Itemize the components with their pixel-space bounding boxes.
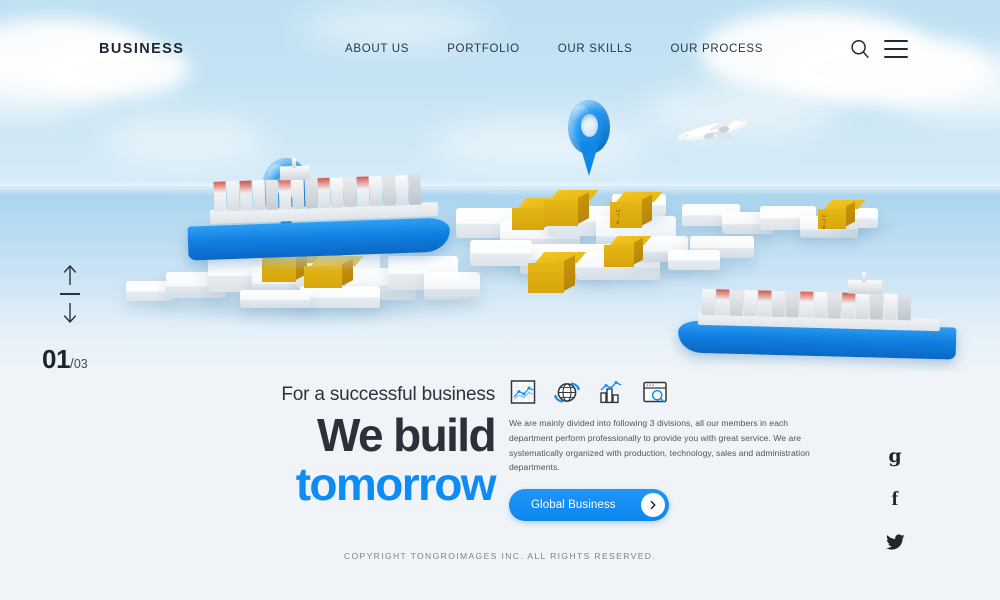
facebook-icon[interactable]: f xyxy=(885,488,905,510)
nav-item-our-process[interactable]: OUR PROCESS xyxy=(670,43,763,55)
chevron-right-icon xyxy=(641,493,665,518)
airplane xyxy=(668,108,762,154)
landmass xyxy=(300,286,380,308)
cargo-ship-right xyxy=(672,272,962,372)
logo[interactable]: BUSINESS xyxy=(99,41,184,57)
cargo-ship-left xyxy=(187,158,458,270)
line-chart-icon[interactable] xyxy=(509,378,537,406)
slide-navigation xyxy=(52,262,88,326)
burger-line xyxy=(884,56,908,58)
hamburger-menu-icon[interactable] xyxy=(884,40,908,58)
headline-line-1: We build xyxy=(316,408,497,461)
header-actions xyxy=(849,38,908,60)
global-business-button[interactable]: Global Business xyxy=(509,489,669,522)
landmass xyxy=(668,250,720,270)
globe-rotate-icon[interactable] xyxy=(553,378,581,406)
ship-mast xyxy=(862,272,866,282)
bar-chart-trend-icon[interactable] xyxy=(597,378,625,406)
headline-block: For a successful business We build tomor… xyxy=(250,384,497,510)
cloud xyxy=(430,120,650,166)
burger-line xyxy=(884,40,908,42)
landmass xyxy=(240,290,310,308)
nav-item-portfolio[interactable]: PORTFOLIO xyxy=(447,43,520,55)
page-root: ⊔ ⊤ ⊻ ⊔ ⊤ ⊻ BUSINESS ABOUT US PORTFOLIO … xyxy=(0,0,1000,600)
hero-content: For a successful business We build tomor… xyxy=(0,372,1000,600)
copyright-text: COPYRIGHT TONGROIMAGES INC. ALL RIGHTS R… xyxy=(343,551,657,561)
nav-item-about-us[interactable]: ABOUT US xyxy=(345,43,409,55)
slide-counter: 01/03 xyxy=(42,344,88,375)
nav-item-our-skills[interactable]: OUR SKILLS xyxy=(558,43,633,55)
headline-kicker: For a successful business xyxy=(281,384,495,405)
ship-mast xyxy=(292,158,296,168)
map-pin-center xyxy=(568,100,612,180)
burger-line xyxy=(884,48,908,50)
cta-label: Global Business xyxy=(531,499,616,512)
hero-right-column: We are mainly divided into following 3 d… xyxy=(509,378,835,522)
headline-line-2: tomorrow xyxy=(295,457,497,510)
slide-total: 03 xyxy=(73,357,88,371)
landmass xyxy=(424,272,480,300)
site-header: BUSINESS ABOUT US PORTFOLIO OUR SKILLS O… xyxy=(0,0,1000,98)
arrow-down-icon[interactable] xyxy=(52,300,88,326)
slide-divider xyxy=(60,293,80,295)
arrow-up-icon[interactable] xyxy=(52,262,88,288)
google-glyph: g xyxy=(888,444,902,467)
horizon-glow xyxy=(0,180,1000,196)
slide-current: 01 xyxy=(42,344,70,374)
social-links: g f xyxy=(885,445,905,553)
landmass xyxy=(470,240,532,266)
cloud xyxy=(100,118,270,162)
facebook-glyph: f xyxy=(891,488,899,510)
browser-search-icon[interactable] xyxy=(641,378,669,406)
feature-icon-row xyxy=(509,378,835,406)
main-navigation: ABOUT US PORTFOLIO OUR SKILLS OUR PROCES… xyxy=(345,43,763,55)
body-paragraph: We are mainly divided into following 3 d… xyxy=(509,418,810,473)
twitter-icon[interactable] xyxy=(885,531,905,553)
google-icon[interactable]: g xyxy=(885,445,905,467)
search-icon[interactable] xyxy=(849,38,871,60)
